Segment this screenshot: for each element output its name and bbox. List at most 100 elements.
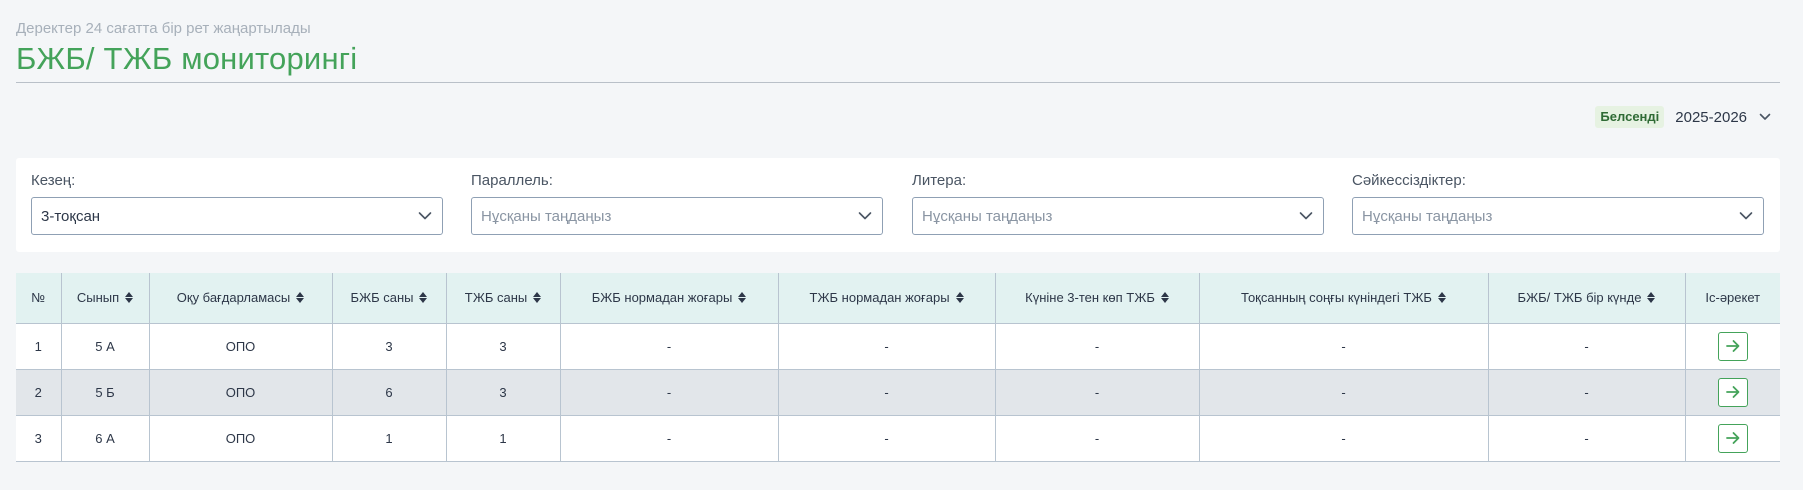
litera-select-placeholder: Нұсқаны таңдаңыз	[922, 207, 1053, 225]
column-header-label: Күніне 3-тен көп ТЖБ	[1025, 290, 1155, 306]
column-header[interactable]: ТЖБ саны	[445, 273, 561, 324]
monitoring-table: № Сынып Оқу бағдарламасы БЖБ саны ТЖБ саны БЖ…	[16, 273, 1780, 462]
sort-icon[interactable]	[738, 292, 747, 304]
sort-icon[interactable]	[955, 292, 964, 304]
table-cell: -	[994, 414, 1200, 462]
column-header[interactable]: БЖБ нормадан жоғары	[559, 273, 779, 324]
filter-parallel: Параллель: Нұсқаны таңдаңыз	[471, 172, 883, 235]
header-divider	[16, 82, 1780, 83]
sort-icon[interactable]	[419, 292, 428, 304]
period-select-value: 3-тоқсан	[41, 207, 101, 225]
table-cell: -	[777, 414, 996, 462]
table-cell: -	[994, 368, 1200, 416]
table-cell: 3	[445, 368, 561, 416]
filter-parallel-label: Параллель:	[471, 172, 553, 189]
column-header-label: Тоқсанның соңғы күніндегі ТЖБ	[1241, 290, 1432, 306]
table-cell: -	[777, 322, 996, 370]
chevron-down-icon	[1299, 212, 1313, 220]
column-header-inner: ТЖБ саны	[465, 290, 542, 305]
parallel-select[interactable]: Нұсқаны таңдаңыз	[471, 197, 883, 235]
column-header-label: №	[31, 290, 46, 306]
chevron-down-icon	[418, 212, 432, 220]
academic-year-value[interactable]: 2025-2026	[1675, 109, 1747, 126]
column-header-inner: №	[31, 290, 45, 305]
column-header[interactable]: Тоқсанның соңғы күніндегі ТЖБ	[1198, 273, 1489, 324]
table-cell: -	[1487, 368, 1686, 416]
column-header[interactable]: Күніне 3-тен көп ТЖБ	[994, 273, 1200, 324]
filter-mismatches-label: Сәйкессіздіктер:	[1352, 172, 1466, 189]
column-header-label: Сынып	[76, 290, 120, 306]
mismatches-select[interactable]: Нұсқаны таңдаңыз	[1352, 197, 1764, 235]
column-header-inner: Күніне 3-тен көп ТЖБ	[1025, 290, 1169, 305]
column-header[interactable]: ТЖБ нормадан жоғары	[777, 273, 996, 324]
column-header-label: БЖБ саны	[350, 290, 414, 306]
column-header-inner: БЖБ нормадан жоғары	[592, 290, 747, 305]
arrow-right-icon	[1725, 432, 1740, 444]
table-cell: -	[559, 414, 779, 462]
litera-select[interactable]: Нұсқаны таңдаңыз	[912, 197, 1324, 235]
table-cell: 6 А	[60, 414, 150, 462]
table-cell: 5 Б	[60, 368, 150, 416]
column-header-label: БЖБ/ ТЖБ бір күнде	[1517, 290, 1642, 306]
table-row: 15 А ОПО 3 3- - - - -	[16, 322, 1780, 370]
column-header: №	[16, 273, 62, 324]
arrow-right-icon	[1725, 340, 1740, 352]
table-cell: -	[1487, 414, 1686, 462]
period-select[interactable]: 3-тоқсан	[31, 197, 443, 235]
column-header[interactable]: Сынып	[60, 273, 150, 324]
parallel-select-placeholder: Нұсқаны таңдаңыз	[481, 207, 612, 225]
table-cell: 6	[331, 368, 447, 416]
table-cell: ОПО	[148, 414, 333, 462]
table-cell: -	[1487, 322, 1686, 370]
chevron-down-icon	[1739, 212, 1753, 220]
page-header: Деректер 24 сағатта бір рет жаңартылады …	[16, 20, 1780, 79]
table-row: 36 А ОПО 1 1- - - - -	[16, 414, 1780, 462]
table-cell: 3	[16, 414, 62, 462]
sort-icon[interactable]	[1647, 292, 1656, 304]
column-header[interactable]: Оқу бағдарламасы	[148, 273, 333, 324]
column-header-inner: ТЖБ нормадан жоғары	[809, 290, 964, 305]
page-title: БЖБ/ ТЖБ мониторингі	[16, 41, 358, 76]
table-cell: 1	[16, 322, 62, 370]
table-cell: ОПО	[148, 322, 333, 370]
table-header-row: № Сынып Оқу бағдарламасы БЖБ саны ТЖБ саны БЖ…	[16, 273, 1780, 324]
column-header[interactable]: БЖБ саны	[331, 273, 447, 324]
column-header-inner: Оқу бағдарламасы	[176, 290, 305, 306]
table-cell: -	[1198, 322, 1489, 370]
table-cell: 1	[445, 414, 561, 462]
table-cell: -	[777, 368, 996, 416]
table-cell: 2	[16, 368, 62, 416]
table-cell: ОПО	[148, 368, 333, 416]
table-cell: -	[1198, 414, 1489, 462]
column-header-inner: БЖБ саны	[351, 290, 428, 305]
table-cell: 3	[331, 322, 447, 370]
chevron-down-icon[interactable]	[1757, 109, 1773, 125]
table-body: 15 А ОПО 3 3- - - - -2 5 Б ОПО 6 3- - - - -3 6 А ОПО 1 1- - -…	[16, 322, 1780, 462]
column-header-inner: Іс-әрекет	[1705, 290, 1760, 305]
table-row: 25 Б ОПО 6 3- - - - -	[16, 368, 1780, 416]
academic-year-selector[interactable]: Белсенді 2025-2026	[1595, 105, 1773, 129]
filter-panel: Кезең: 3-тоқсан Параллель: Нұсқаны таңда…	[16, 158, 1780, 252]
table-cell: -	[1198, 368, 1489, 416]
action-cell	[1684, 322, 1780, 370]
filter-period: Кезең: 3-тоқсан	[31, 172, 443, 235]
sort-icon[interactable]	[296, 292, 305, 304]
open-class-button[interactable]	[1717, 331, 1748, 361]
open-class-button[interactable]	[1717, 423, 1748, 453]
table-cell: 5 А	[60, 322, 150, 370]
sort-icon[interactable]	[533, 292, 542, 304]
filter-mismatches: Сәйкессіздіктер: Нұсқаны таңдаңыз	[1352, 172, 1764, 235]
sort-icon[interactable]	[125, 292, 134, 304]
open-class-button[interactable]	[1717, 377, 1748, 407]
column-header-label: Оқу бағдарламасы	[176, 290, 291, 306]
active-badge: Белсенді	[1595, 106, 1665, 128]
table-cell: -	[559, 322, 779, 370]
column-header[interactable]: БЖБ/ ТЖБ бір күнде	[1487, 273, 1686, 324]
filter-litera-label: Литера:	[912, 172, 967, 189]
column-header-inner: Сынып	[76, 290, 134, 306]
monitoring-table-container: № Сынып Оқу бағдарламасы БЖБ саны ТЖБ саны БЖ…	[16, 273, 1780, 462]
sort-icon[interactable]	[1160, 292, 1169, 304]
filter-litera: Литера: Нұсқаны таңдаңыз	[912, 172, 1324, 235]
column-header-label: Іс-әрекет	[1705, 290, 1761, 306]
sort-icon[interactable]	[1437, 292, 1446, 304]
